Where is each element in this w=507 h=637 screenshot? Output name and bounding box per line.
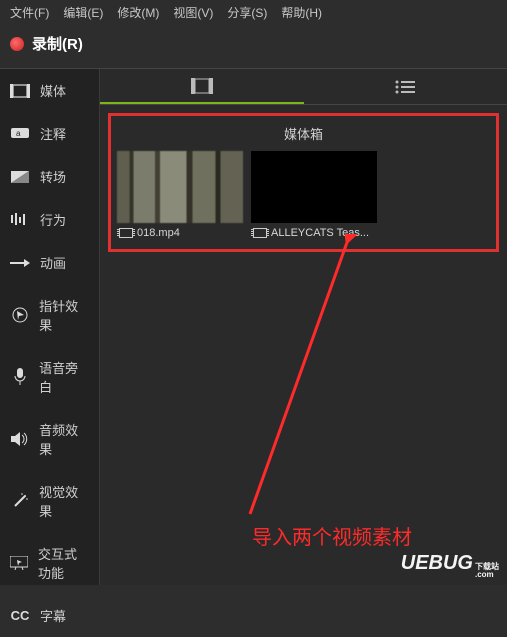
sidebar-item-label: 字幕 (40, 606, 66, 625)
sidebar-item-transition[interactable]: 转场 (0, 155, 99, 198)
sidebar-item-label: 语音旁白 (39, 358, 89, 396)
watermark: UEBUG 下载站 .com (401, 552, 499, 579)
audio-icon (10, 431, 29, 447)
clip-title: 018.mp4 (137, 227, 180, 239)
tab-list[interactable] (304, 69, 507, 104)
wand-icon (10, 493, 29, 509)
film-icon (119, 228, 133, 238)
sidebar-item-behavior[interactable]: 行为 (0, 198, 99, 241)
thumbnail-image (117, 151, 243, 223)
media-clip[interactable]: ALLEYCATS Teas... (251, 151, 377, 243)
watermark-brand: UEBUG (401, 552, 473, 575)
annotation-icon: a (10, 126, 30, 142)
menu-file[interactable]: 文件(F) (10, 4, 49, 21)
menu-modify[interactable]: 修改(M) (117, 4, 159, 21)
sidebar-item-label: 交互式功能 (38, 544, 89, 582)
svg-text:a: a (16, 129, 21, 138)
sidebar-item-label: 音频效果 (39, 420, 89, 458)
sidebar-item-audio[interactable]: 音频效果 (0, 408, 99, 470)
sidebar-item-cursor[interactable]: 指针效果 (0, 284, 99, 346)
sidebar-item-label: 行为 (40, 210, 66, 229)
sidebar-item-voice[interactable]: 语音旁白 (0, 346, 99, 408)
sidebar-item-caption[interactable]: CC 字幕 (0, 594, 99, 637)
tabs (100, 69, 507, 105)
sidebar-item-label: 注释 (40, 124, 66, 143)
mic-icon (10, 369, 29, 385)
clip-title: ALLEYCATS Teas... (271, 227, 369, 239)
list-icon (395, 80, 415, 94)
sidebar-item-label: 转场 (40, 167, 66, 186)
sidebar-item-label: 视觉效果 (39, 482, 89, 520)
sidebar-item-interactive[interactable]: 交互式功能 (0, 532, 99, 594)
film-icon (191, 78, 213, 94)
transition-icon (10, 169, 30, 185)
panel-title: 媒体箱 (117, 122, 490, 151)
sidebar-item-label: 指针效果 (39, 296, 89, 334)
menu-share[interactable]: 分享(S) (227, 4, 267, 21)
menu-edit[interactable]: 编辑(E) (63, 4, 103, 21)
record-button[interactable]: 录制(R) (0, 25, 507, 68)
animation-icon (10, 255, 30, 271)
cursor-icon (10, 307, 29, 323)
tutorial-arrow (230, 234, 370, 534)
sidebar: 媒体 a 注释 转场 行为 动画 (0, 69, 100, 585)
media-clip[interactable]: 018.mp4 (117, 151, 243, 243)
sidebar-item-label: 媒体 (40, 81, 66, 100)
media-icon (10, 83, 30, 99)
caption-icon: CC (10, 608, 30, 624)
menu-help[interactable]: 帮助(H) (281, 4, 322, 21)
interactive-icon (10, 555, 28, 571)
sidebar-item-annotation[interactable]: a 注释 (0, 112, 99, 155)
thumbnail-image (251, 151, 377, 223)
media-bin-highlight: 媒体箱 018.mp4 ALLEYCATS Teas... (108, 113, 499, 252)
tutorial-annotation: 导入两个视频素材 (252, 521, 412, 550)
tab-media[interactable] (100, 69, 304, 104)
behavior-icon (10, 212, 30, 228)
sidebar-item-visual[interactable]: 视觉效果 (0, 470, 99, 532)
sidebar-item-animation[interactable]: 动画 (0, 241, 99, 284)
film-icon (253, 228, 267, 238)
sidebar-item-media[interactable]: 媒体 (0, 69, 99, 112)
menu-bar: 文件(F) 编辑(E) 修改(M) 视图(V) 分享(S) 帮助(H) (0, 0, 507, 25)
record-label: 录制(R) (32, 33, 83, 54)
menu-view[interactable]: 视图(V) (173, 4, 213, 21)
sidebar-item-label: 动画 (40, 253, 66, 272)
record-icon (10, 37, 24, 51)
